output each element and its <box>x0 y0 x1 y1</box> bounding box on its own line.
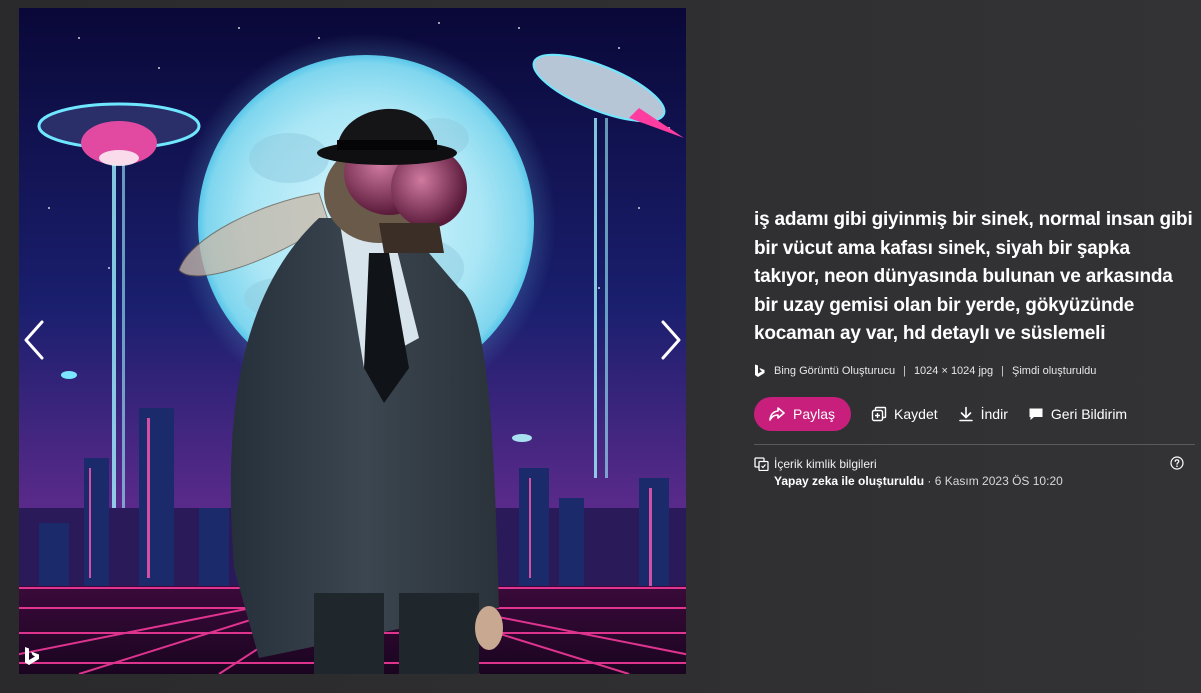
next-image-button[interactable] <box>656 318 686 362</box>
content-credentials-icon <box>754 457 769 471</box>
chevron-right-icon <box>661 320 681 360</box>
save-button[interactable]: Kaydet <box>871 406 938 422</box>
generated-image-art <box>19 8 686 674</box>
share-button[interactable]: Paylaş <box>754 396 852 431</box>
save-label: Kaydet <box>894 405 938 422</box>
action-bar: Paylaş Kaydet İndir Geri Bildirim <box>754 396 1195 431</box>
chevron-left-icon <box>24 320 44 360</box>
download-label: İndir <box>980 405 1008 422</box>
image-details-view: iş adamı gibi giyinmiş bir sinek, normal… <box>0 0 1201 693</box>
save-collection-icon <box>871 406 887 421</box>
ai-generated-label: Yapay zeka ile oluşturuldu <box>774 473 925 488</box>
meta-separator: | <box>903 364 906 377</box>
dimensions-label: 1024 × 1024 jpg <box>913 364 994 377</box>
share-label: Paylaş <box>793 405 836 422</box>
share-icon <box>769 406 785 421</box>
help-icon[interactable] <box>1170 455 1184 470</box>
prompt-text: iş adamı gibi giyinmiş bir sinek, normal… <box>754 209 1193 344</box>
image-meta: Bing Görüntü Oluşturucu | 1024 × 1024 jp… <box>754 363 1195 379</box>
credentials-detail-row: Yapay zeka ile oluşturuldu · 6 Kasım 202… <box>754 473 1195 490</box>
feedback-icon <box>1029 408 1043 420</box>
divider <box>754 443 1195 445</box>
download-icon <box>958 406 973 421</box>
created-label: Şimdi oluşturuldu <box>1012 364 1097 377</box>
meta-separator: | <box>1001 364 1005 377</box>
credentials-date: · 6 Kasım 2023 ÖS 10:20 <box>924 473 1063 488</box>
previous-image-button[interactable] <box>19 318 49 362</box>
credentials-title: İçerik kimlik bilgileri <box>774 456 877 471</box>
bing-logo-icon <box>755 364 765 377</box>
bing-logo-icon <box>22 645 44 667</box>
source-label: Bing Görüntü Oluşturucu <box>774 364 896 377</box>
image-info-panel: iş adamı gibi giyinmiş bir sinek, normal… <box>754 206 1195 490</box>
generated-image[interactable] <box>19 8 686 674</box>
content-credentials: İçerik kimlik bilgileri Yapay zeka ile o… <box>754 455 1195 490</box>
feedback-label: Geri Bildirim <box>1050 405 1128 422</box>
feedback-button[interactable]: Geri Bildirim <box>1028 406 1127 422</box>
download-button[interactable]: İndir <box>958 406 1008 422</box>
credentials-title-row: İçerik kimlik bilgileri <box>754 456 1195 473</box>
